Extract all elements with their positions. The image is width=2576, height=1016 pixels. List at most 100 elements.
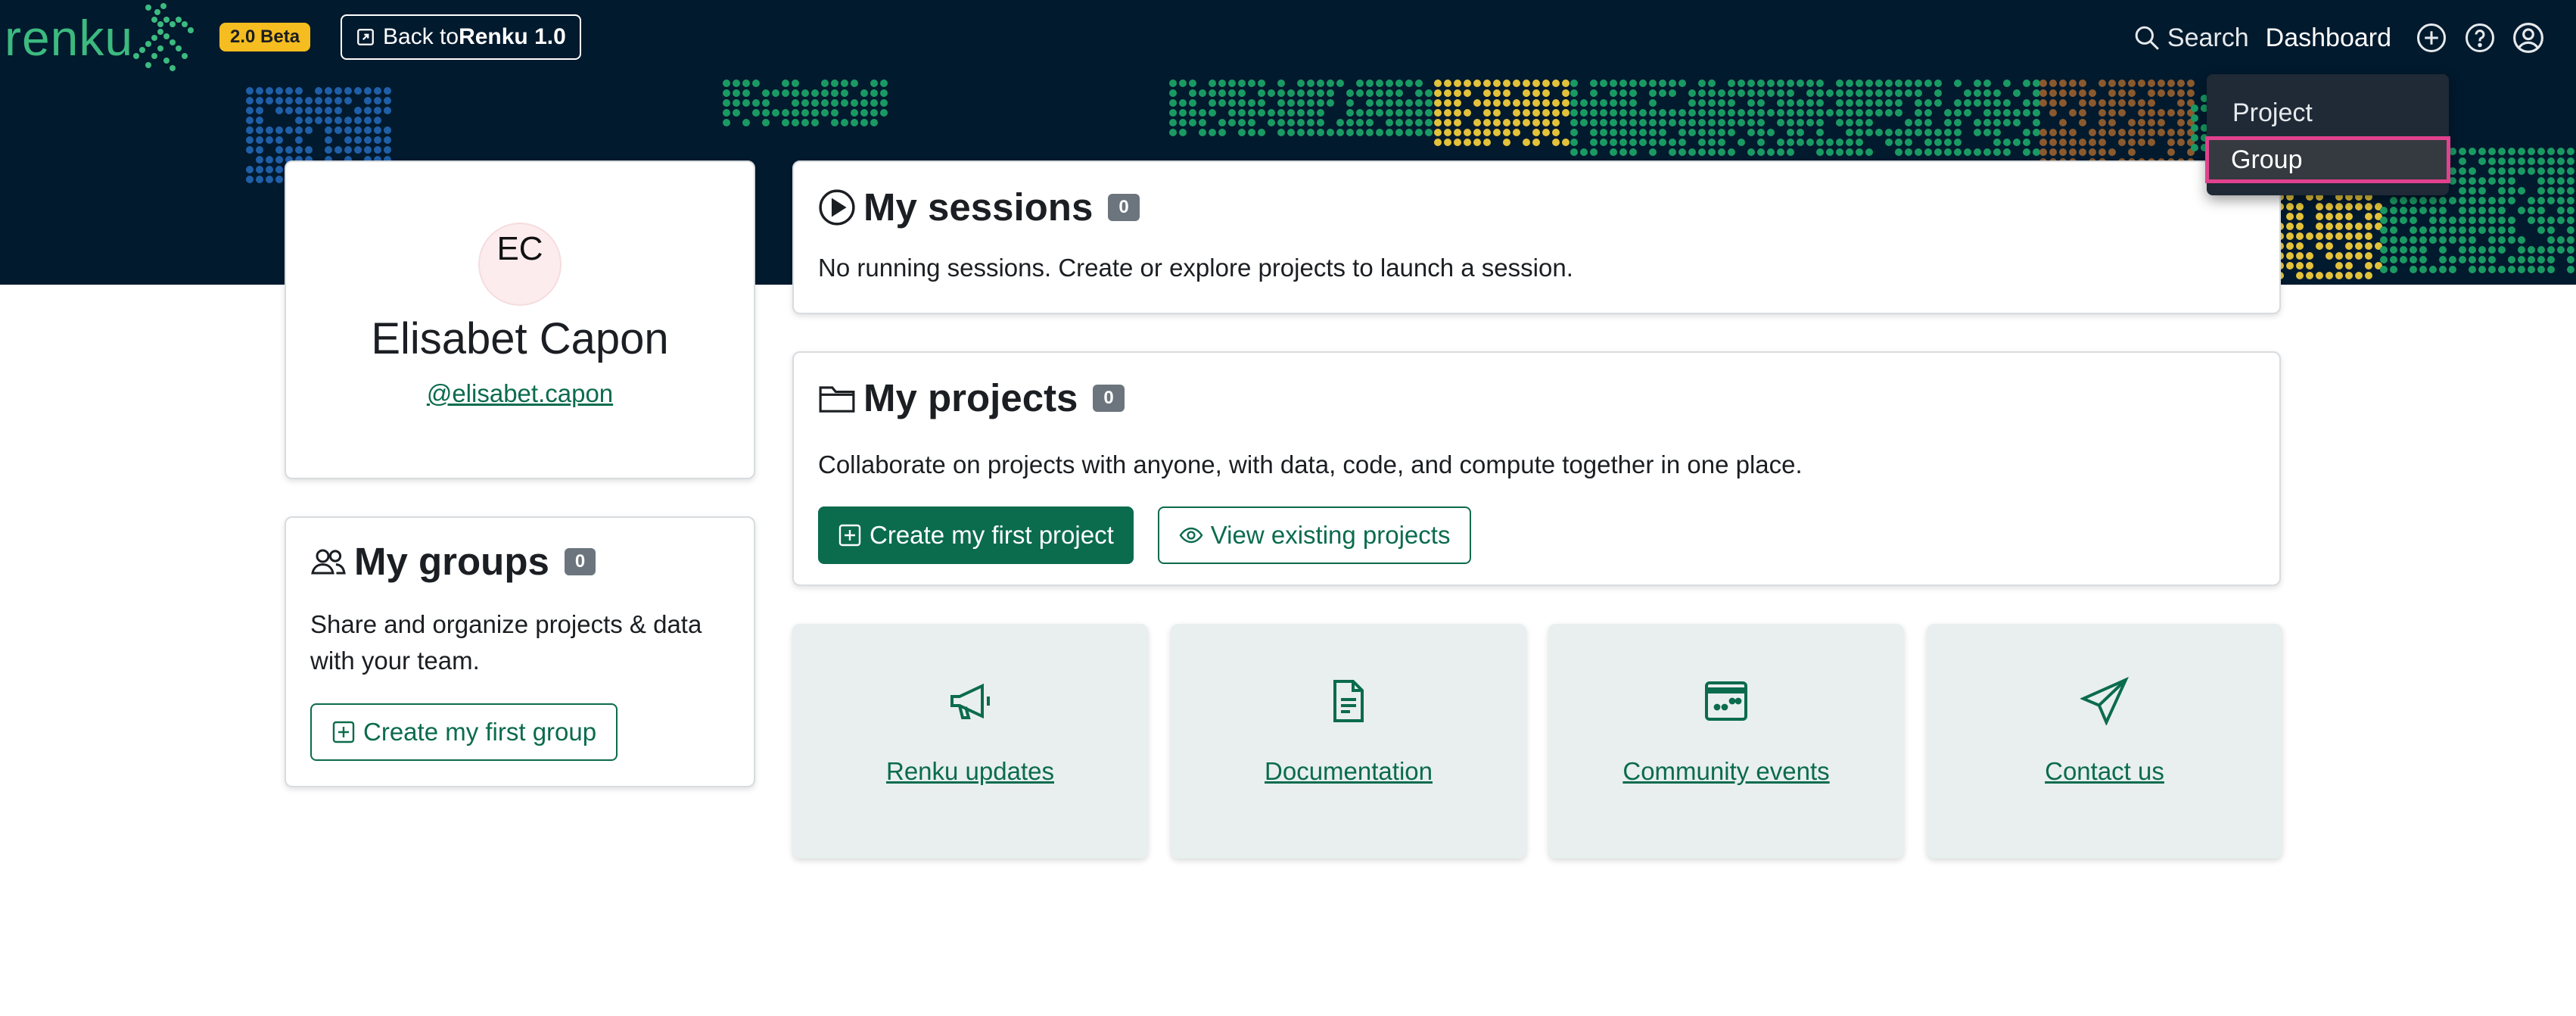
map-dot: [1856, 129, 1863, 136]
map-dot: [2306, 232, 2313, 240]
map-dot: [1747, 148, 1755, 156]
map-dot: [1728, 109, 1735, 117]
profile-handle-link[interactable]: @elisabet.capon: [427, 379, 613, 408]
map-dot: [1708, 148, 1716, 156]
map-dot: [860, 109, 868, 117]
map-dot: [811, 119, 819, 126]
map-dot: [1885, 89, 1893, 97]
map-dot: [2059, 139, 2067, 146]
map-dot: [1277, 99, 1285, 107]
map-dot: [1698, 129, 1706, 136]
map-dot: [2177, 139, 2185, 146]
contact-us-link[interactable]: Contact us: [2045, 757, 2164, 786]
map-dot: [2518, 246, 2525, 254]
map-dot: [1777, 99, 1784, 107]
map-dot: [1856, 99, 1863, 107]
map-dot: [1718, 148, 1725, 156]
plus-circle-icon[interactable]: [2416, 22, 2447, 54]
map-dot: [1610, 148, 1617, 156]
search-label: Search: [2167, 23, 2249, 52]
map-dot: [2537, 207, 2545, 214]
map-dot: [1846, 119, 1853, 126]
map-dot: [1307, 89, 1314, 97]
map-dot: [275, 87, 283, 95]
dashboard-link[interactable]: Dashboard: [2266, 23, 2391, 53]
documentation-link[interactable]: Documentation: [1265, 757, 1433, 786]
map-dot: [1610, 109, 1617, 117]
renku-updates-tile[interactable]: Renku updates: [792, 624, 1148, 859]
help-icon[interactable]: [2464, 22, 2496, 54]
map-dot: [1806, 119, 1814, 126]
map-dot: [1493, 99, 1501, 107]
renku-logo[interactable]: renku: [5, 0, 194, 76]
community-events-tile[interactable]: Community events: [1548, 624, 1904, 859]
map-dot: [1875, 129, 1883, 136]
search-link[interactable]: Search: [2134, 23, 2249, 53]
documentation-tile[interactable]: Documentation: [1171, 624, 1526, 859]
map-dot: [2429, 197, 2437, 204]
map-dot: [2469, 207, 2476, 214]
map-dot: [1836, 99, 1843, 107]
map-dot: [2138, 119, 2145, 126]
map-dot: [2390, 236, 2397, 244]
community-events-link[interactable]: Community events: [1622, 757, 1829, 786]
map-dot: [2537, 256, 2545, 263]
map-dot: [2316, 272, 2323, 279]
map-dot: [2518, 207, 2525, 214]
map-dot: [2469, 177, 2476, 185]
map-dot: [1708, 99, 1716, 107]
back-to-renku-1-button[interactable]: Back to Renku 1.0: [341, 14, 581, 60]
map-dot: [1336, 129, 1344, 136]
map-dot: [1513, 129, 1520, 136]
renku-updates-link[interactable]: Renku updates: [886, 757, 1054, 786]
map-dot: [1915, 119, 1922, 126]
map-dot: [1688, 109, 1696, 117]
map-dot: [811, 109, 819, 117]
map-dot: [1434, 119, 1442, 126]
dropdown-item-group[interactable]: Group: [2205, 136, 2450, 183]
map-dot: [1688, 99, 1696, 107]
map-dot: [325, 117, 332, 124]
map-dot: [1600, 99, 1607, 107]
map-dot: [2049, 79, 2057, 87]
map-dot: [1905, 89, 1912, 97]
contact-us-tile[interactable]: Contact us: [1927, 624, 2282, 859]
map-dot: [374, 126, 381, 134]
dropdown-item-project[interactable]: Project: [2207, 89, 2449, 136]
map-dot: [792, 79, 799, 87]
map-dot: [2537, 197, 2545, 204]
map-dot: [2003, 79, 2011, 87]
map-dot: [1954, 109, 1962, 117]
map-dot: [1718, 109, 1725, 117]
sessions-description: No running sessions. Create or explore p…: [818, 254, 1573, 282]
map-dot: [1974, 79, 1981, 87]
map-dot: [295, 117, 303, 124]
map-dot: [1179, 129, 1187, 136]
map-dot: [2033, 99, 2040, 107]
map-dot: [1610, 129, 1617, 136]
map-dot: [2498, 246, 2506, 254]
map-dot: [2439, 217, 2447, 224]
create-first-project-button[interactable]: Create my first project: [818, 506, 1134, 564]
map-dot: [2098, 79, 2106, 87]
map-dot: [2567, 197, 2574, 204]
create-first-group-button[interactable]: Create my first group: [310, 703, 618, 761]
map-dot: [1395, 89, 1403, 97]
map-dot: [752, 99, 760, 107]
map-dot: [1629, 89, 1637, 97]
map-dot: [1464, 79, 1471, 87]
map-dot: [1386, 99, 1393, 107]
view-existing-projects-button[interactable]: View existing projects: [1157, 506, 1472, 564]
map-dot: [2478, 157, 2486, 165]
map-dot: [1405, 129, 1413, 136]
user-account-icon[interactable]: [2512, 22, 2544, 54]
map-dot: [1865, 109, 1873, 117]
map-dot: [2138, 99, 2145, 107]
map-dot: [1444, 139, 1451, 146]
map-dot: [2429, 236, 2437, 244]
map-dot: [870, 109, 878, 117]
map-dot: [275, 107, 283, 114]
map-dot: [384, 146, 391, 154]
map-dot: [1415, 79, 1423, 87]
map-dot: [1473, 129, 1481, 136]
